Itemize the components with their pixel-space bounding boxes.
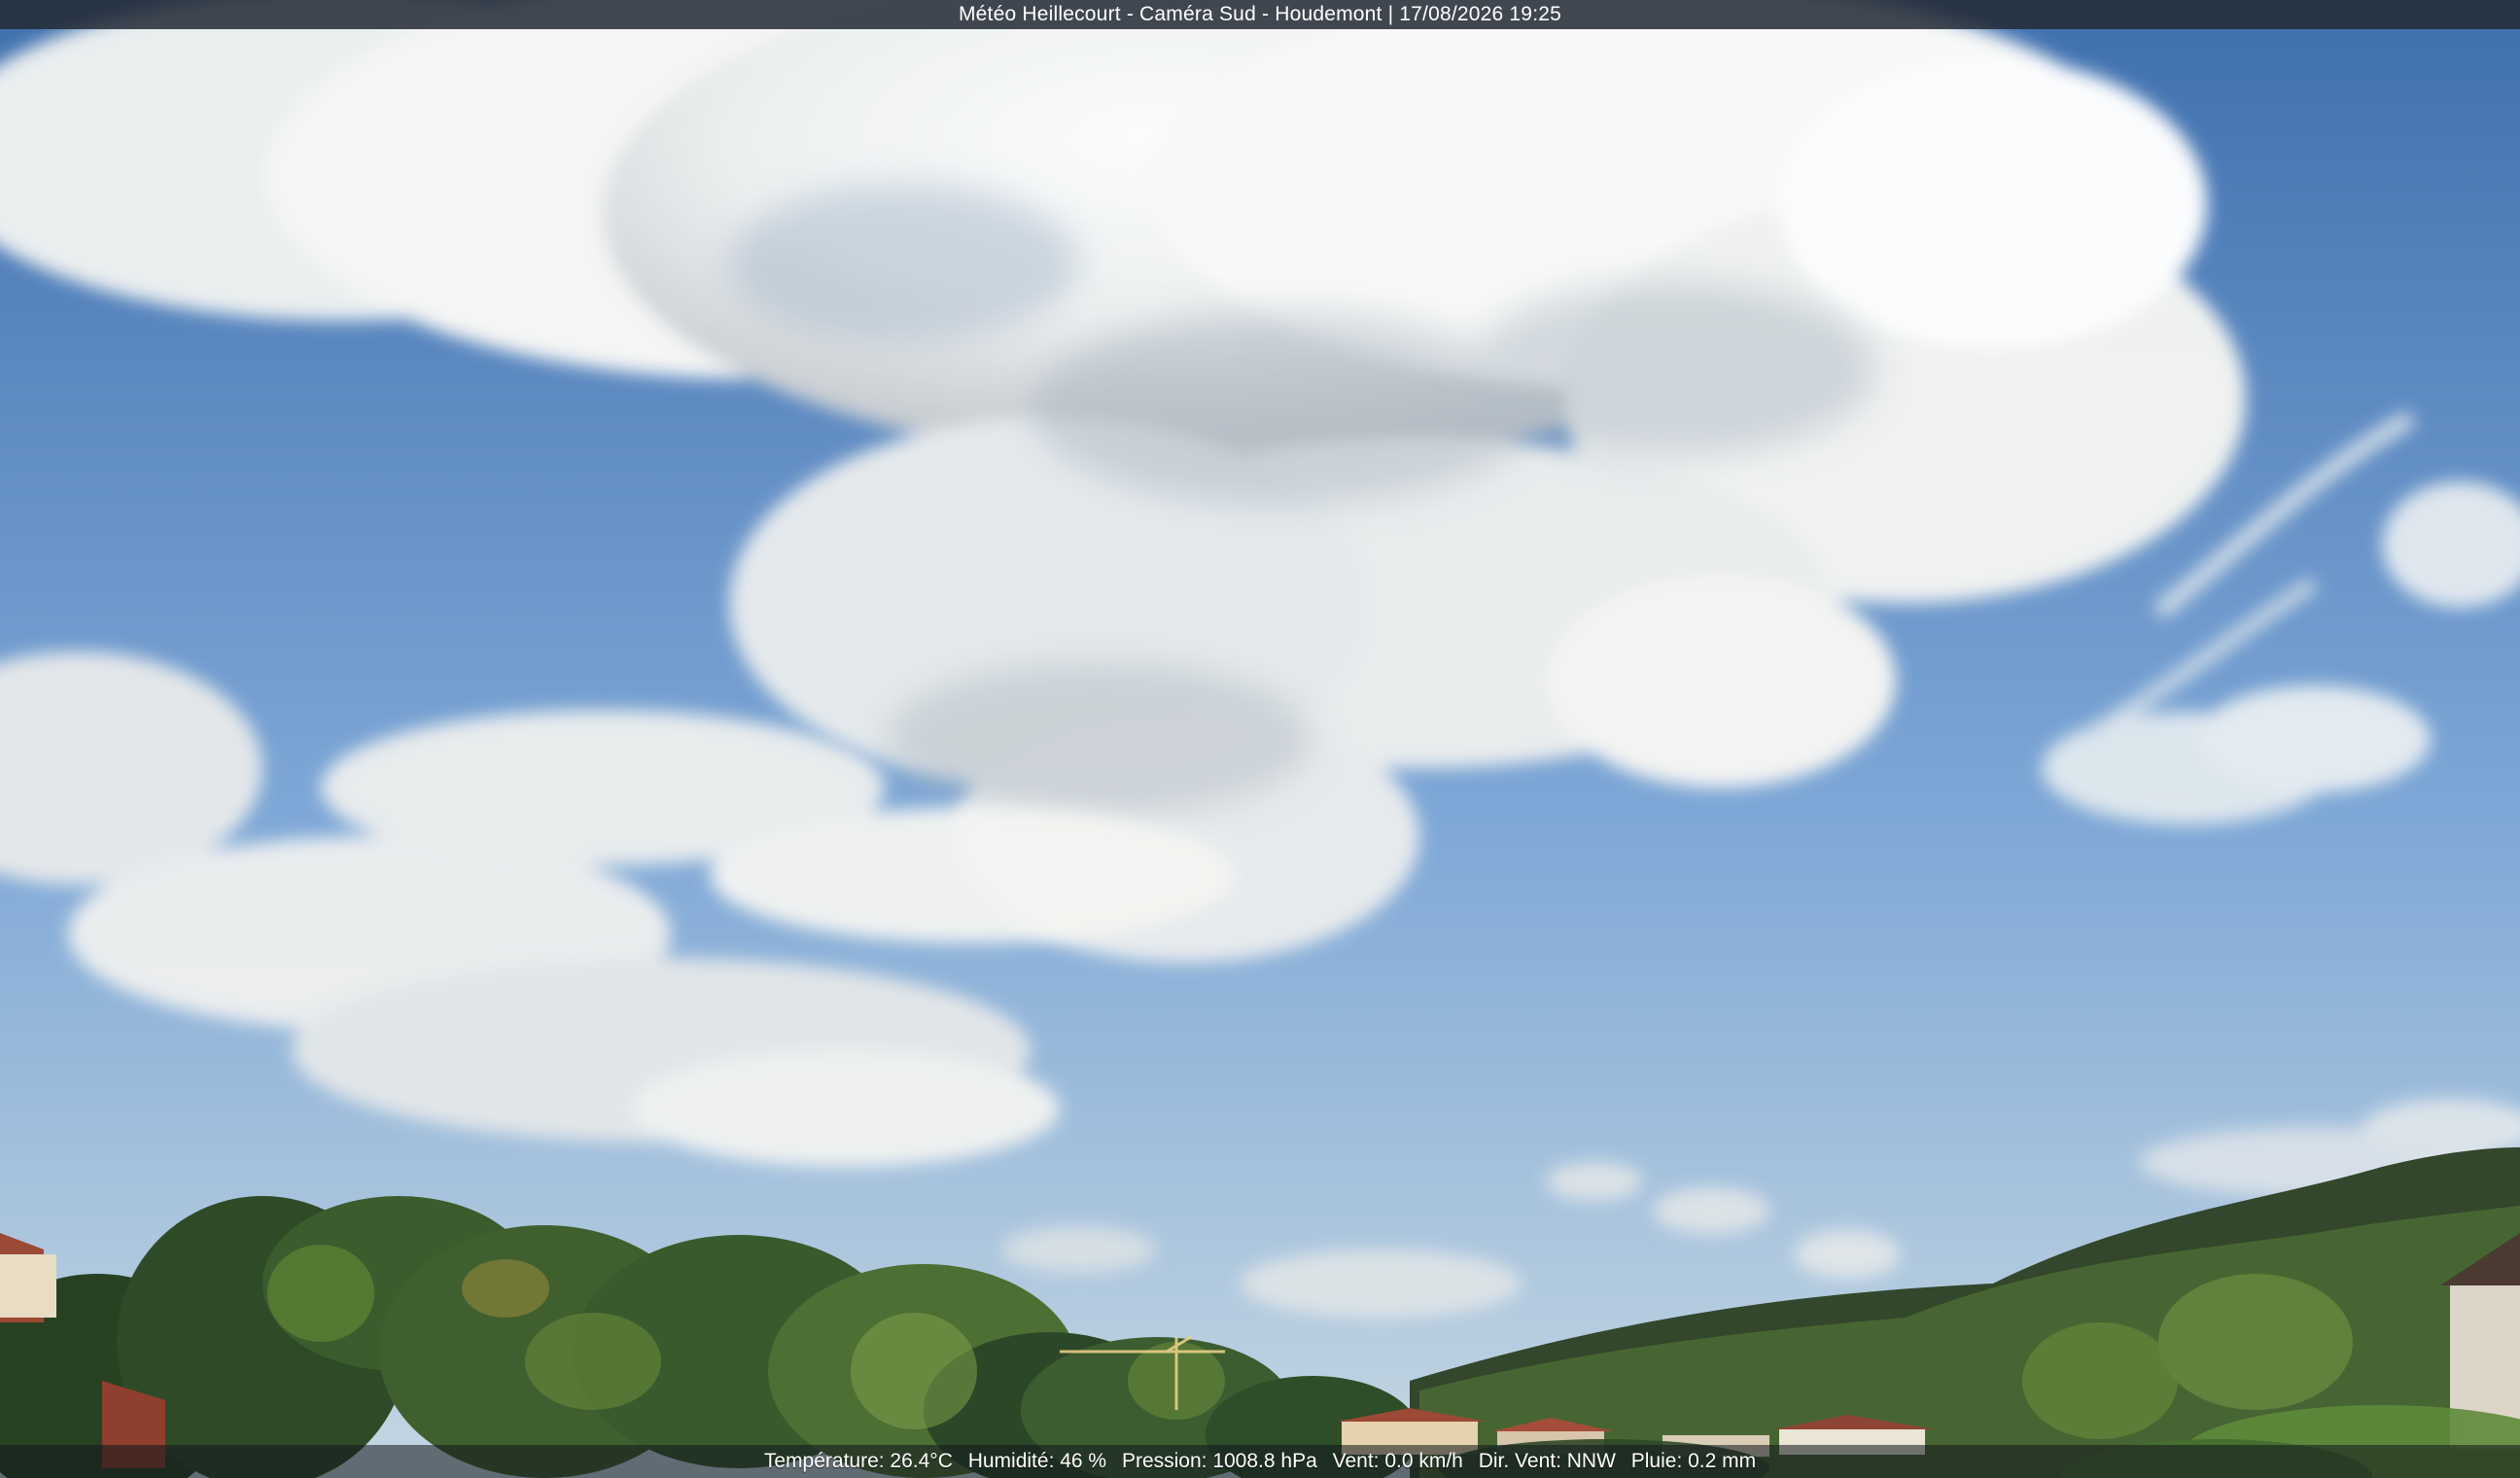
sky-landscape-image <box>0 0 2520 1478</box>
pressure-readout: Pression: 1008.8 hPa <box>1121 1450 1317 1472</box>
camera-title-bar: Météo Heillecourt - Caméra Sud - Houdemo… <box>0 0 2520 29</box>
wind-direction-readout: Dir. Vent: NNW <box>1478 1450 1616 1472</box>
temperature-readout: Température: 26.4°C <box>763 1450 953 1472</box>
webcam-view: Météo Heillecourt - Caméra Sud - Houdemo… <box>0 0 2520 1478</box>
wind-speed-readout: Vent: 0.0 km/h <box>1332 1450 1463 1472</box>
weather-readout-bar: Température: 26.4°C Humidité: 46 % Press… <box>0 1445 2520 1478</box>
rain-readout: Pluie: 0.2 mm <box>1630 1450 1757 1472</box>
humidity-readout: Humidité: 46 % <box>967 1450 1107 1472</box>
camera-title: Météo Heillecourt - Caméra Sud - Houdemo… <box>958 3 1561 25</box>
weather-readout: Température: 26.4°C Humidité: 46 % Press… <box>764 1445 1756 1478</box>
